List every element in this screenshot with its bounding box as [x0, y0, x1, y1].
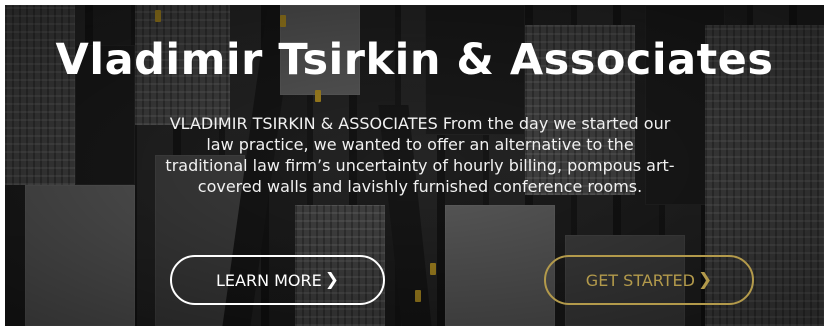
learn-more-label: LEARN MORE	[215, 270, 322, 290]
learn-more-button[interactable]: LEARN MORE ❯	[170, 255, 385, 305]
get-started-button[interactable]: GET STARTED ❯	[544, 255, 754, 305]
hero-section: Vladimir Tsirkin & Associates VLADIMIR T…	[5, 5, 824, 326]
hero-title: Vladimir Tsirkin & Associates	[55, 35, 774, 85]
hero-description: VLADIMIR TSIRKIN & ASSOCIATES From the d…	[165, 114, 675, 196]
get-started-label: GET STARTED	[585, 270, 695, 290]
chevron-right-icon: ❯	[697, 270, 713, 290]
chevron-right-icon: ❯	[324, 270, 339, 290]
